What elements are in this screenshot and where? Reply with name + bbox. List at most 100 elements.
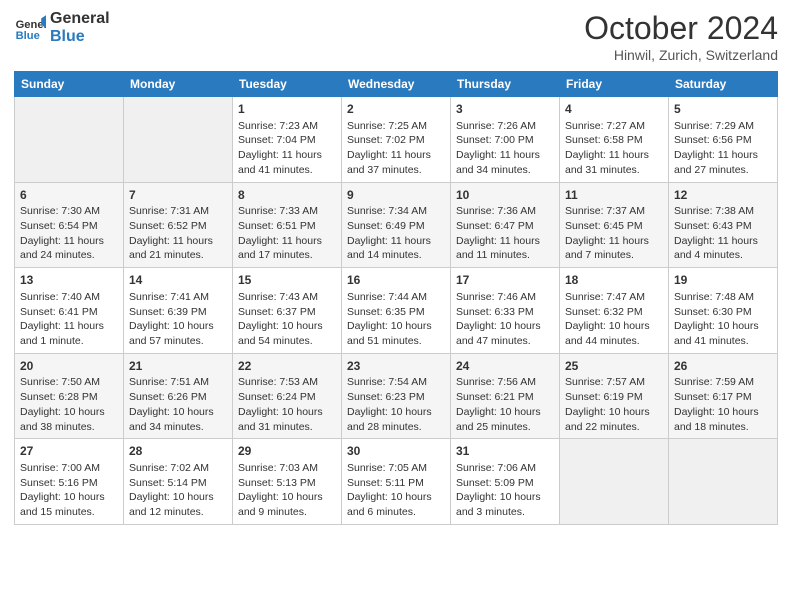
day-cell: 8Sunrise: 7:33 AMSunset: 6:51 PMDaylight… <box>233 182 342 268</box>
day-info: Sunrise: 7:37 AMSunset: 6:45 PMDaylight:… <box>565 204 663 263</box>
day-cell: 21Sunrise: 7:51 AMSunset: 6:26 PMDayligh… <box>124 353 233 439</box>
day-cell: 31Sunrise: 7:06 AMSunset: 5:09 PMDayligh… <box>451 439 560 525</box>
day-info: Sunrise: 7:44 AMSunset: 6:35 PMDaylight:… <box>347 290 445 349</box>
day-cell: 28Sunrise: 7:02 AMSunset: 5:14 PMDayligh… <box>124 439 233 525</box>
day-info: Sunrise: 7:34 AMSunset: 6:49 PMDaylight:… <box>347 204 445 263</box>
day-info: Sunrise: 7:03 AMSunset: 5:13 PMDaylight:… <box>238 461 336 520</box>
day-cell: 9Sunrise: 7:34 AMSunset: 6:49 PMDaylight… <box>342 182 451 268</box>
day-number: 7 <box>129 187 227 204</box>
day-number: 3 <box>456 101 554 118</box>
day-cell: 22Sunrise: 7:53 AMSunset: 6:24 PMDayligh… <box>233 353 342 439</box>
day-number: 2 <box>347 101 445 118</box>
day-number: 15 <box>238 272 336 289</box>
day-cell: 25Sunrise: 7:57 AMSunset: 6:19 PMDayligh… <box>560 353 669 439</box>
day-number: 29 <box>238 443 336 460</box>
day-info: Sunrise: 7:25 AMSunset: 7:02 PMDaylight:… <box>347 119 445 178</box>
day-number: 6 <box>20 187 118 204</box>
day-number: 9 <box>347 187 445 204</box>
month-title: October 2024 <box>584 10 778 47</box>
day-info: Sunrise: 7:38 AMSunset: 6:43 PMDaylight:… <box>674 204 772 263</box>
week-row-3: 13Sunrise: 7:40 AMSunset: 6:41 PMDayligh… <box>15 268 778 354</box>
day-info: Sunrise: 7:47 AMSunset: 6:32 PMDaylight:… <box>565 290 663 349</box>
day-number: 22 <box>238 358 336 375</box>
week-row-5: 27Sunrise: 7:00 AMSunset: 5:16 PMDayligh… <box>15 439 778 525</box>
day-number: 16 <box>347 272 445 289</box>
week-row-2: 6Sunrise: 7:30 AMSunset: 6:54 PMDaylight… <box>15 182 778 268</box>
th-tuesday: Tuesday <box>233 72 342 97</box>
day-number: 4 <box>565 101 663 118</box>
day-number: 26 <box>674 358 772 375</box>
day-info: Sunrise: 7:48 AMSunset: 6:30 PMDaylight:… <box>674 290 772 349</box>
day-cell: 26Sunrise: 7:59 AMSunset: 6:17 PMDayligh… <box>669 353 778 439</box>
day-info: Sunrise: 7:59 AMSunset: 6:17 PMDaylight:… <box>674 375 772 434</box>
day-info: Sunrise: 7:00 AMSunset: 5:16 PMDaylight:… <box>20 461 118 520</box>
day-number: 8 <box>238 187 336 204</box>
day-number: 21 <box>129 358 227 375</box>
day-cell: 3Sunrise: 7:26 AMSunset: 7:00 PMDaylight… <box>451 97 560 183</box>
day-cell: 4Sunrise: 7:27 AMSunset: 6:58 PMDaylight… <box>560 97 669 183</box>
day-number: 30 <box>347 443 445 460</box>
day-number: 17 <box>456 272 554 289</box>
location: Hinwil, Zurich, Switzerland <box>584 47 778 63</box>
day-number: 14 <box>129 272 227 289</box>
logo-blue: Blue <box>50 28 110 46</box>
day-cell: 11Sunrise: 7:37 AMSunset: 6:45 PMDayligh… <box>560 182 669 268</box>
day-number: 11 <box>565 187 663 204</box>
day-cell: 10Sunrise: 7:36 AMSunset: 6:47 PMDayligh… <box>451 182 560 268</box>
day-cell: 15Sunrise: 7:43 AMSunset: 6:37 PMDayligh… <box>233 268 342 354</box>
day-number: 12 <box>674 187 772 204</box>
day-info: Sunrise: 7:43 AMSunset: 6:37 PMDaylight:… <box>238 290 336 349</box>
day-cell: 29Sunrise: 7:03 AMSunset: 5:13 PMDayligh… <box>233 439 342 525</box>
week-row-4: 20Sunrise: 7:50 AMSunset: 6:28 PMDayligh… <box>15 353 778 439</box>
day-info: Sunrise: 7:27 AMSunset: 6:58 PMDaylight:… <box>565 119 663 178</box>
day-cell: 7Sunrise: 7:31 AMSunset: 6:52 PMDaylight… <box>124 182 233 268</box>
week-row-1: 1Sunrise: 7:23 AMSunset: 7:04 PMDaylight… <box>15 97 778 183</box>
svg-text:Blue: Blue <box>16 30 40 42</box>
day-info: Sunrise: 7:29 AMSunset: 6:56 PMDaylight:… <box>674 119 772 178</box>
day-cell <box>560 439 669 525</box>
day-info: Sunrise: 7:41 AMSunset: 6:39 PMDaylight:… <box>129 290 227 349</box>
day-info: Sunrise: 7:02 AMSunset: 5:14 PMDaylight:… <box>129 461 227 520</box>
day-info: Sunrise: 7:46 AMSunset: 6:33 PMDaylight:… <box>456 290 554 349</box>
day-cell: 24Sunrise: 7:56 AMSunset: 6:21 PMDayligh… <box>451 353 560 439</box>
day-number: 24 <box>456 358 554 375</box>
day-info: Sunrise: 7:53 AMSunset: 6:24 PMDaylight:… <box>238 375 336 434</box>
th-thursday: Thursday <box>451 72 560 97</box>
day-number: 18 <box>565 272 663 289</box>
day-number: 20 <box>20 358 118 375</box>
day-info: Sunrise: 7:54 AMSunset: 6:23 PMDaylight:… <box>347 375 445 434</box>
day-number: 23 <box>347 358 445 375</box>
day-info: Sunrise: 7:05 AMSunset: 5:11 PMDaylight:… <box>347 461 445 520</box>
day-cell: 6Sunrise: 7:30 AMSunset: 6:54 PMDaylight… <box>15 182 124 268</box>
header-row: Sunday Monday Tuesday Wednesday Thursday… <box>15 72 778 97</box>
day-number: 10 <box>456 187 554 204</box>
th-sunday: Sunday <box>15 72 124 97</box>
th-friday: Friday <box>560 72 669 97</box>
day-cell: 12Sunrise: 7:38 AMSunset: 6:43 PMDayligh… <box>669 182 778 268</box>
day-cell: 17Sunrise: 7:46 AMSunset: 6:33 PMDayligh… <box>451 268 560 354</box>
day-cell: 27Sunrise: 7:00 AMSunset: 5:16 PMDayligh… <box>15 439 124 525</box>
logo: General Blue General Blue <box>14 10 110 45</box>
day-info: Sunrise: 7:36 AMSunset: 6:47 PMDaylight:… <box>456 204 554 263</box>
day-number: 13 <box>20 272 118 289</box>
day-info: Sunrise: 7:56 AMSunset: 6:21 PMDaylight:… <box>456 375 554 434</box>
day-cell: 2Sunrise: 7:25 AMSunset: 7:02 PMDaylight… <box>342 97 451 183</box>
day-cell: 14Sunrise: 7:41 AMSunset: 6:39 PMDayligh… <box>124 268 233 354</box>
th-monday: Monday <box>124 72 233 97</box>
day-cell: 1Sunrise: 7:23 AMSunset: 7:04 PMDaylight… <box>233 97 342 183</box>
day-number: 27 <box>20 443 118 460</box>
day-cell <box>124 97 233 183</box>
day-info: Sunrise: 7:06 AMSunset: 5:09 PMDaylight:… <box>456 461 554 520</box>
logo-icon: General Blue <box>14 12 46 44</box>
day-info: Sunrise: 7:51 AMSunset: 6:26 PMDaylight:… <box>129 375 227 434</box>
day-info: Sunrise: 7:30 AMSunset: 6:54 PMDaylight:… <box>20 204 118 263</box>
day-cell: 5Sunrise: 7:29 AMSunset: 6:56 PMDaylight… <box>669 97 778 183</box>
day-cell: 16Sunrise: 7:44 AMSunset: 6:35 PMDayligh… <box>342 268 451 354</box>
day-number: 31 <box>456 443 554 460</box>
day-number: 19 <box>674 272 772 289</box>
day-info: Sunrise: 7:26 AMSunset: 7:00 PMDaylight:… <box>456 119 554 178</box>
day-info: Sunrise: 7:40 AMSunset: 6:41 PMDaylight:… <box>20 290 118 349</box>
day-number: 28 <box>129 443 227 460</box>
title-block: October 2024 Hinwil, Zurich, Switzerland <box>584 10 778 63</box>
day-cell <box>15 97 124 183</box>
